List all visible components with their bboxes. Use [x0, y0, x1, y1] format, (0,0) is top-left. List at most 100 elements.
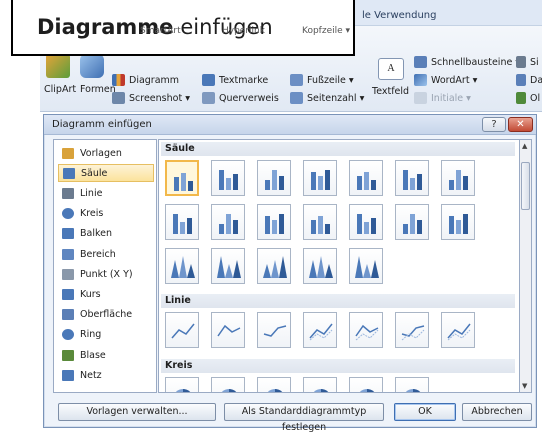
- chart-icon: [112, 74, 125, 86]
- cone-chart-thumbnail[interactable]: [257, 248, 291, 284]
- pie-chart-icon: [405, 389, 421, 392]
- section-header-line: Linie: [161, 294, 515, 308]
- hyperlink-partial: Hyperlink: [222, 26, 265, 36]
- column-chart-thumbnail[interactable]: [303, 160, 337, 196]
- cone-chart-thumbnail[interactable]: [303, 248, 337, 284]
- pie-chart-icon: [221, 389, 237, 392]
- line-chart-icon: [309, 323, 333, 341]
- column-chart-icon: [219, 214, 238, 234]
- cone-chart-thumbnail[interactable]: [349, 248, 383, 284]
- line-chart-thumbnail[interactable]: [349, 312, 383, 348]
- column-chart-thumbnail[interactable]: [211, 204, 245, 240]
- sidebar-item-4[interactable]: Balken: [58, 225, 154, 243]
- column-chart-icon: [265, 170, 284, 190]
- sidebar-item-0[interactable]: Vorlagen: [58, 144, 154, 162]
- clipart-icon: [46, 54, 70, 78]
- pie-chart-thumbnail[interactable]: [211, 377, 245, 392]
- footer-button[interactable]: Fußzeile ▾: [290, 74, 354, 86]
- ribbon-tab-fragment[interactable]: le Verwendung: [362, 10, 436, 21]
- cone-chart-icon: [309, 256, 333, 278]
- sidebar-item-10[interactable]: Blase: [58, 346, 154, 364]
- bookmark-button[interactable]: Textmarke: [202, 74, 268, 86]
- line-chart-thumbnail[interactable]: [211, 312, 245, 348]
- page-number-label: Seitenzahl ▾: [307, 92, 365, 104]
- sidebar-item-11[interactable]: Netz: [58, 366, 154, 384]
- pie-chart-thumbnail[interactable]: [165, 377, 199, 392]
- column-chart-thumbnail[interactable]: [395, 204, 429, 240]
- screenshot-button[interactable]: Screenshot ▾: [112, 92, 190, 104]
- column-chart-thumbnail[interactable]: [395, 160, 429, 196]
- pie-chart-thumbnail[interactable]: [257, 377, 291, 392]
- cone-chart-thumbnail[interactable]: [165, 248, 199, 284]
- sidebar-item-1[interactable]: Säule: [58, 164, 154, 183]
- cone-chart-thumbnail[interactable]: [211, 248, 245, 284]
- signature-button[interactable]: Si: [516, 56, 539, 68]
- shapes-icon: [80, 54, 104, 78]
- column-chart-thumbnail[interactable]: [165, 204, 199, 240]
- column-chart-thumbnail[interactable]: [211, 160, 245, 196]
- line-chart-thumbnail[interactable]: [441, 312, 475, 348]
- shapes-button[interactable]: Formen: [80, 84, 116, 95]
- textbox-button[interactable]: Textfeld: [372, 86, 409, 97]
- sidebar-item-2[interactable]: Linie: [58, 184, 154, 202]
- line-chart-thumbnail[interactable]: [303, 312, 337, 348]
- column-chart-thumbnail[interactable]: [257, 160, 291, 196]
- cross-reference-button[interactable]: Querverweis: [202, 92, 279, 104]
- cancel-button[interactable]: Abbrechen: [462, 403, 532, 421]
- quick-parts-button[interactable]: Schnellbausteine ▾: [414, 56, 520, 68]
- sidebar-item-5[interactable]: Bereich: [58, 245, 154, 263]
- sidebar-item-7[interactable]: Kurs: [58, 285, 154, 303]
- page-number-button[interactable]: Seitenzahl ▾: [290, 92, 364, 104]
- pie-chart-thumbnail[interactable]: [395, 377, 429, 392]
- column-chart-thumbnail[interactable]: [257, 204, 291, 240]
- column-chart-thumbnail[interactable]: [441, 204, 475, 240]
- object-button[interactable]: Ol: [516, 92, 540, 104]
- column-chart-thumbnail[interactable]: [349, 160, 383, 196]
- line-chart-thumbnail[interactable]: [165, 312, 199, 348]
- help-button[interactable]: ?: [482, 117, 506, 132]
- line-chart-icon: [62, 187, 74, 199]
- line-chart-icon: [171, 323, 195, 339]
- column-chart-icon: [265, 214, 284, 234]
- dropcap-button[interactable]: Initiale ▾: [414, 92, 471, 104]
- scroll-thumb[interactable]: [521, 162, 530, 210]
- gallery-scrollbar[interactable]: ▲ ▼: [520, 139, 532, 393]
- wordart-button[interactable]: WordArt ▾: [414, 74, 477, 86]
- quick-parts-icon: [414, 56, 427, 68]
- sidebar-item-label: Punkt (X Y): [80, 268, 133, 280]
- ok-button[interactable]: OK: [394, 403, 456, 421]
- sidebar-item-label: Bereich: [80, 248, 116, 260]
- date-button[interactable]: Da: [516, 74, 542, 86]
- bubble-chart-icon: [62, 349, 74, 361]
- line-chart-thumbnail[interactable]: [395, 312, 429, 348]
- sidebar-item-8[interactable]: Oberfläche: [58, 306, 154, 324]
- sidebar-item-6[interactable]: Punkt (X Y): [58, 265, 154, 283]
- dialog-titlebar[interactable]: Diagramm einfügen ? ✕: [44, 115, 536, 135]
- sidebar-item-label: Kurs: [80, 288, 101, 300]
- sidebar-item-9[interactable]: Ring: [58, 326, 154, 344]
- radar-chart-icon: [62, 369, 74, 381]
- scroll-up-icon[interactable]: ▲: [522, 142, 527, 150]
- scroll-down-icon[interactable]: ▼: [522, 382, 527, 390]
- wordart-label: WordArt ▾: [431, 74, 478, 86]
- column-chart-thumbnail[interactable]: [441, 160, 475, 196]
- column-chart-icon: [311, 170, 330, 190]
- clipart-button[interactable]: ClipArt: [44, 84, 76, 95]
- close-button[interactable]: ✕: [508, 117, 533, 132]
- column-chart-thumbnail[interactable]: [165, 160, 199, 196]
- manage-templates-button[interactable]: Vorlagen verwalten...: [58, 403, 216, 421]
- chart-button[interactable]: Diagramm: [112, 74, 179, 86]
- pie-chart-thumbnail[interactable]: [303, 377, 337, 392]
- column-chart-thumbnail[interactable]: [303, 204, 337, 240]
- signature-label: Si: [530, 56, 539, 68]
- line-chart-thumbnail[interactable]: [257, 312, 291, 348]
- column-chart-icon: [63, 167, 75, 179]
- dropcap-label: Initiale ▾: [431, 92, 471, 104]
- sidebar-item-3[interactable]: Kreis: [58, 205, 154, 223]
- pie-chart-thumbnail[interactable]: [349, 377, 383, 392]
- sidebar-item-label: Oberfläche: [80, 309, 133, 321]
- column-chart-thumbnail[interactable]: [349, 204, 383, 240]
- set-default-chart-button[interactable]: Als Standarddiagrammtyp festlegen: [224, 403, 384, 433]
- cross-reference-label: Querverweis: [219, 92, 279, 104]
- column-chart-icon: [219, 170, 238, 190]
